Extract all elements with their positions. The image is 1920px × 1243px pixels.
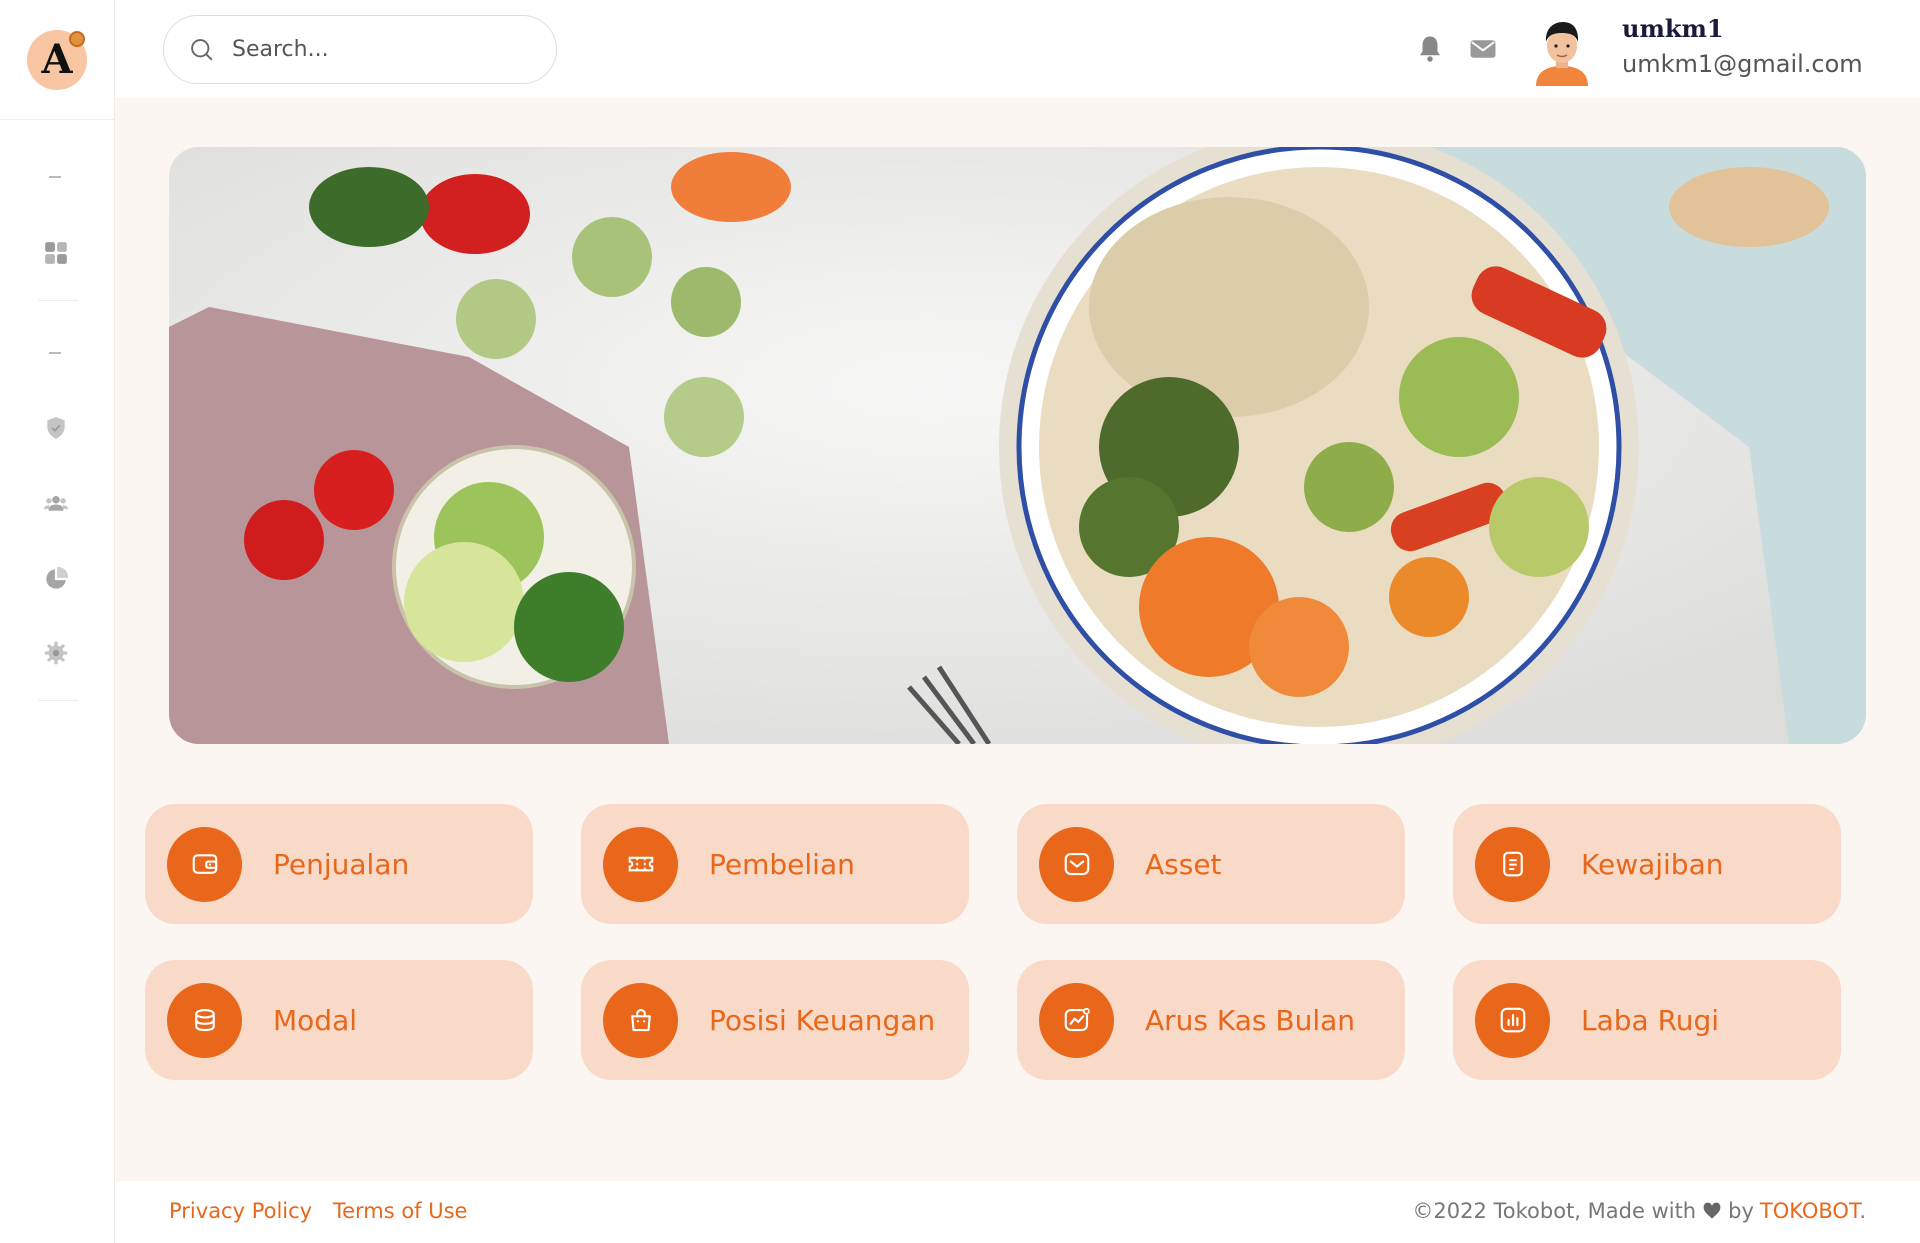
search-box xyxy=(163,15,557,84)
card-laba-rugi[interactable]: Laba Rugi xyxy=(1453,960,1841,1080)
card-label: Posisi Keuangan xyxy=(709,1003,936,1037)
app-logo[interactable]: A xyxy=(27,29,87,90)
inbox-icon xyxy=(1064,852,1089,876)
search-icon xyxy=(191,38,213,60)
bar-chart-icon xyxy=(1500,1007,1525,1033)
card-arus-kas-bulan[interactable]: Arus Kas Bulan xyxy=(1017,960,1405,1080)
ticket-icon xyxy=(628,856,653,872)
card-posisi-keuangan[interactable]: Posisi Keuangan xyxy=(581,960,969,1080)
footer-links: Privacy Policy Terms of Use xyxy=(169,1199,481,1223)
card-label: Laba Rugi xyxy=(1581,1003,1720,1037)
trend-icon xyxy=(1064,1007,1090,1032)
sidebar-item-users[interactable] xyxy=(42,489,70,517)
tokobot-link[interactable]: TOKOBOT xyxy=(1760,1199,1859,1223)
sidebar-section-divider xyxy=(49,352,61,354)
card-modal[interactable]: Modal xyxy=(145,960,533,1080)
card-icon-circle xyxy=(167,826,242,902)
shield-icon xyxy=(47,417,65,439)
card-label: Pembelian xyxy=(709,847,855,881)
sidebar: A xyxy=(0,0,115,1243)
hero-banner-image xyxy=(169,147,1866,744)
privacy-policy-link[interactable]: Privacy Policy xyxy=(169,1199,312,1223)
search-input[interactable] xyxy=(232,37,532,62)
card-icon-circle xyxy=(167,982,242,1058)
heart-icon xyxy=(1703,1202,1721,1219)
card-icon-circle xyxy=(1475,982,1550,1058)
card-label: Asset xyxy=(1145,847,1222,881)
logo-area: A xyxy=(0,0,114,120)
card-icon-circle xyxy=(603,982,678,1058)
card-icon-circle xyxy=(603,826,678,902)
user-email: umkm1@gmail.com xyxy=(1622,50,1863,78)
mail-icon[interactable] xyxy=(1468,34,1498,64)
card-kewajiban[interactable]: Kewajiban xyxy=(1453,804,1841,924)
sidebar-item-reports[interactable] xyxy=(42,565,70,593)
copyright-period: . xyxy=(1859,1199,1866,1223)
top-header: umkm1 umkm1@gmail.com xyxy=(115,0,1920,98)
avatar-illustration xyxy=(1536,22,1588,86)
footer: Privacy Policy Terms of Use ©2022 Tokobo… xyxy=(115,1181,1920,1243)
user-name: umkm1 xyxy=(1622,14,1724,43)
card-label: Arus Kas Bulan xyxy=(1145,1003,1356,1037)
document-icon xyxy=(1502,851,1523,877)
card-pembelian[interactable]: Pembelian xyxy=(581,804,969,924)
pie-chart-icon xyxy=(46,567,68,589)
sidebar-divider xyxy=(38,300,78,301)
card-label: Modal xyxy=(273,1003,357,1037)
copyright-by: by xyxy=(1728,1199,1754,1223)
sidebar-item-dashboard[interactable] xyxy=(42,239,70,267)
sidebar-divider xyxy=(38,700,78,701)
card-label: Penjualan xyxy=(273,847,410,881)
settings-icon xyxy=(44,641,68,665)
bell-icon[interactable] xyxy=(1415,34,1445,64)
food-illustration xyxy=(169,147,1866,744)
sidebar-item-security[interactable] xyxy=(42,414,70,442)
wallet-icon xyxy=(192,854,217,874)
cookie-icon xyxy=(69,30,85,47)
card-icon-circle xyxy=(1475,826,1550,902)
sidebar-item-settings[interactable] xyxy=(42,639,70,667)
card-icon-circle xyxy=(1039,826,1114,902)
logo-letter: A xyxy=(41,36,73,83)
card-icon-circle xyxy=(1039,982,1114,1058)
terms-of-use-link[interactable]: Terms of Use xyxy=(333,1199,468,1223)
card-label: Kewajiban xyxy=(1581,847,1724,881)
users-icon xyxy=(44,495,68,511)
card-penjualan[interactable]: Penjualan xyxy=(145,804,533,924)
card-asset[interactable]: Asset xyxy=(1017,804,1405,924)
coins-icon xyxy=(194,1008,215,1032)
copyright-text: ©2022 Tokobot, Made with xyxy=(1412,1199,1697,1223)
footer-copyright: ©2022 Tokobot, Made with by TOKOBOT. xyxy=(1412,1199,1866,1223)
dashboard-icon xyxy=(45,242,67,264)
bag-icon xyxy=(630,1008,651,1032)
user-avatar[interactable] xyxy=(1530,16,1594,86)
sidebar-section-divider xyxy=(49,176,61,178)
